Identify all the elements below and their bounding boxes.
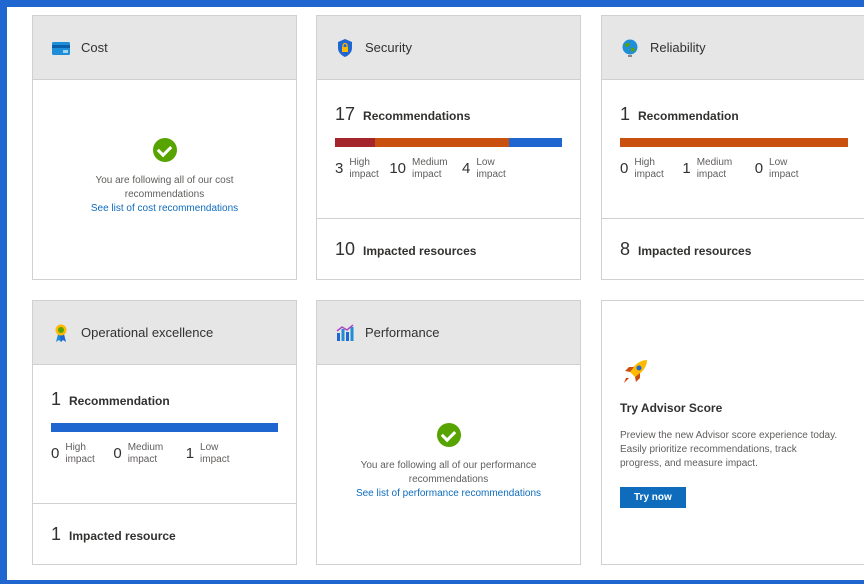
reliability-card: Reliability 1 Recommendation 0 High impa… (601, 15, 864, 280)
medium-impact-label: Medium impact (696, 157, 733, 180)
low-impact-count[interactable]: 0 Low impact (755, 157, 805, 181)
medium-impact-segment (375, 138, 509, 147)
high-impact-count[interactable]: 0 High impact (51, 442, 99, 466)
impacted-resources-label: Impacted resource (69, 529, 176, 543)
low-impact-number: 4 (462, 160, 471, 177)
impacted-resources-count: 8 (620, 239, 631, 259)
impact-breakdown: 0 High impact 0 Medium impact 1 Low impa… (33, 442, 296, 466)
globe-icon (620, 38, 640, 58)
try-now-button[interactable]: Try now (620, 487, 686, 508)
medium-impact-number: 1 (682, 160, 691, 177)
medium-impact-label: Medium impact (127, 442, 164, 465)
impacted-resources[interactable]: 10 Impacted resources (317, 239, 476, 260)
low-impact-segment (508, 138, 562, 147)
reliability-card-title: Reliability (650, 40, 706, 55)
cost-card-title: Cost (81, 40, 108, 55)
recommendation-count: 17 (335, 104, 356, 124)
advisor-score-title: Try Advisor Score (620, 401, 723, 415)
impact-distribution-bar (335, 138, 562, 147)
low-impact-count[interactable]: 4 Low impact (462, 157, 512, 181)
reliability-card-header: Reliability (602, 16, 864, 80)
recommendation-count-label: Recommendation (638, 109, 739, 123)
high-impact-label: High impact (65, 442, 95, 465)
performance-status-message: You are following all of our performance… (360, 460, 537, 485)
impact-breakdown: 0 High impact 1 Medium impact 0 Low impa… (602, 157, 864, 181)
high-impact-number: 3 (335, 160, 344, 177)
recommendations-summary[interactable]: 1 Recommendation (33, 389, 296, 410)
cost-card: Cost You are following all of our cost r… (32, 15, 297, 280)
advisor-score-card: Try Advisor Score Preview the new Adviso… (601, 300, 864, 565)
medium-impact-label: Medium impact (412, 157, 448, 180)
cost-card-header: Cost (33, 16, 296, 80)
recommendation-count: 1 (51, 389, 62, 409)
performance-card-title: Performance (365, 325, 440, 340)
high-impact-segment (335, 138, 376, 147)
recommendation-count-label: Recommendations (363, 109, 471, 123)
low-impact-number: 1 (185, 445, 195, 462)
medium-impact-segment (620, 138, 848, 147)
operational-excellence-card-title: Operational excellence (81, 325, 214, 340)
shield-icon (335, 38, 355, 58)
medium-impact-number: 0 (113, 445, 122, 462)
high-impact-label: High impact (634, 157, 664, 180)
high-impact-number: 0 (620, 160, 629, 177)
operational-excellence-card: Operational excellence 1 Recommendation … (32, 300, 297, 565)
recommendation-count: 1 (620, 104, 631, 124)
low-impact-label: Low impact (200, 442, 230, 465)
cost-status-message: You are following all of our cost recomm… (95, 175, 234, 200)
impact-distribution-bar (620, 138, 848, 147)
advisor-score-description: Preview the new Advisor score experience… (620, 430, 838, 469)
check-circle-icon (436, 423, 461, 447)
impacted-resources[interactable]: 1 Impacted resource (33, 524, 176, 545)
low-impact-segment (51, 423, 278, 432)
recommendation-count-label: Recommendation (69, 394, 170, 408)
impact-distribution-bar (51, 423, 278, 432)
low-impact-count[interactable]: 1 Low impact (186, 442, 236, 466)
performance-recommendations-link[interactable]: See list of performance recommendations (356, 487, 541, 501)
medium-impact-count[interactable]: 0 Medium impact (113, 442, 171, 466)
impacted-resources-label: Impacted resources (363, 244, 477, 258)
recommendations-summary[interactable]: 17 Recommendations (317, 104, 580, 125)
rocket-icon (620, 357, 650, 392)
low-impact-label: Low impact (769, 157, 799, 180)
impact-breakdown: 3 High impact 10 Medium impact 4 Low imp… (317, 157, 580, 181)
check-circle-icon (152, 138, 177, 162)
bar-chart-icon (335, 323, 355, 343)
medium-impact-count[interactable]: 10 Medium impact (389, 157, 452, 181)
performance-card-header: Performance (317, 301, 580, 365)
performance-card: Performance You are following all of our… (316, 300, 581, 565)
cost-recommendations-link[interactable]: See list of cost recommendations (91, 202, 238, 216)
security-card: Security 17 Recommendations 3 High impac… (316, 15, 581, 280)
operational-excellence-card-header: Operational excellence (33, 301, 296, 365)
credit-card-icon (51, 38, 71, 58)
ribbon-icon (51, 323, 71, 343)
high-impact-label: High impact (349, 157, 379, 180)
recommendations-summary[interactable]: 1 Recommendation (602, 104, 864, 125)
impacted-resources[interactable]: 8 Impacted resources (602, 239, 751, 260)
medium-impact-number: 10 (389, 160, 407, 177)
impacted-resources-count: 10 (335, 239, 356, 259)
security-card-title: Security (365, 40, 412, 55)
impacted-resources-count: 1 (51, 524, 62, 544)
high-impact-number: 0 (51, 445, 60, 462)
medium-impact-count[interactable]: 1 Medium impact (682, 157, 740, 181)
high-impact-count[interactable]: 0 High impact (620, 157, 668, 181)
high-impact-count[interactable]: 3 High impact (335, 157, 379, 181)
low-impact-number: 0 (754, 160, 764, 177)
low-impact-label: Low impact (476, 157, 506, 180)
security-card-header: Security (317, 16, 580, 80)
impacted-resources-label: Impacted resources (638, 244, 752, 258)
